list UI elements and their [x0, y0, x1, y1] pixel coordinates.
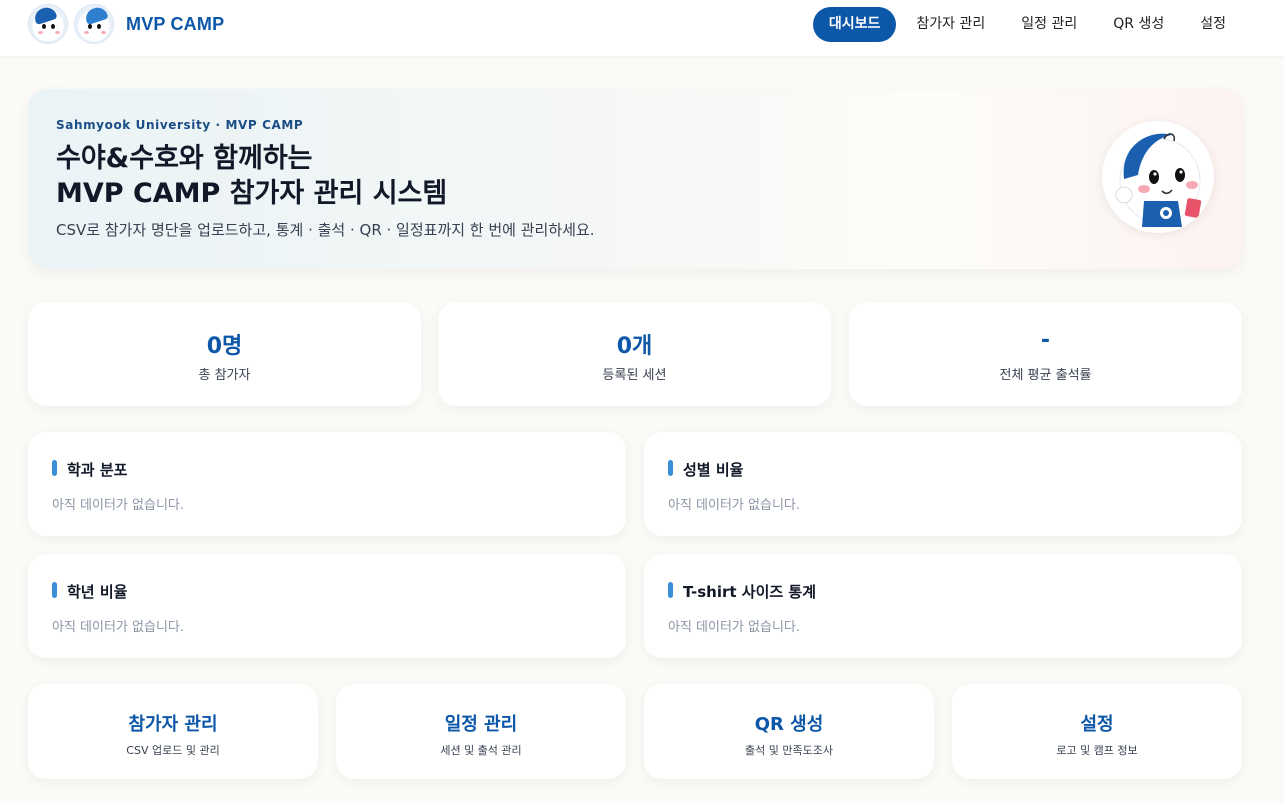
panel-department-distribution: 학과 분포 아직 데이터가 없습니다. [28, 432, 626, 536]
quick-link-settings[interactable]: 설정 로고 및 캠프 정보 [952, 684, 1242, 779]
quick-link-participants[interactable]: 참가자 관리 CSV 업로드 및 관리 [28, 684, 318, 779]
nav-qr[interactable]: QR 생성 [1095, 7, 1182, 42]
empty-state-text: 아직 데이터가 없습니다. [52, 620, 184, 635]
stat-label: 등록된 세션 [602, 368, 667, 383]
empty-state-text: 아직 데이터가 없습니다. [668, 620, 800, 635]
nav-schedule[interactable]: 일정 관리 [1003, 7, 1095, 42]
quick-link-subtitle: CSV 업로드 및 관리 [126, 744, 220, 757]
quick-link-qr[interactable]: QR 생성 출석 및 만족도조사 [644, 684, 934, 779]
mascot-suya-icon [28, 4, 68, 44]
hero-subtitle: CSV로 참가자 명단을 업로드하고, 통계 · 출석 · QR · 일정표까지… [56, 221, 595, 239]
quick-link-title: 참가자 관리 [128, 714, 218, 735]
quick-link-subtitle: 세션 및 출석 관리 [440, 744, 522, 757]
panel-title: 학년 비율 [52, 581, 127, 602]
stat-value: - [1040, 328, 1051, 353]
stat-registered-sessions: 0개 등록된 세션 [438, 302, 831, 406]
empty-state-text: 아직 데이터가 없습니다. [52, 498, 184, 513]
nav-dashboard[interactable]: 대시보드 [812, 7, 897, 42]
stat-avg-attendance: - 전체 평균 출석률 [849, 302, 1242, 406]
stat-value: 0명 [206, 334, 243, 359]
nav-participants[interactable]: 참가자 관리 [898, 7, 1003, 42]
quick-link-schedule[interactable]: 일정 관리 세션 및 출석 관리 [336, 684, 626, 779]
hero-title-line2: MVP CAMP 참가자 관리 시스템 [56, 178, 448, 209]
panel-gender-ratio: 성별 비율 아직 데이터가 없습니다. [644, 432, 1242, 536]
quick-link-title: 설정 [1080, 714, 1114, 735]
brand-name: MVP CAMP [126, 13, 225, 34]
quick-link-title: 일정 관리 [444, 714, 518, 735]
hero-eyebrow: Sahmyook University · MVP CAMP [56, 118, 304, 132]
quick-link-title: QR 생성 [754, 714, 824, 735]
panel-title: T-shirt 사이즈 통계 [668, 581, 816, 602]
nav-settings[interactable]: 설정 [1182, 7, 1244, 42]
quick-link-subtitle: 로고 및 캠프 정보 [1056, 744, 1138, 757]
stat-total-participants: 0명 총 참가자 [28, 302, 421, 406]
empty-state-text: 아직 데이터가 없습니다. [668, 498, 800, 513]
mascot-illustration [1102, 121, 1214, 233]
quick-link-subtitle: 출석 및 만족도조사 [745, 744, 833, 757]
panel-grade-ratio: 학년 비율 아직 데이터가 없습니다. [28, 554, 626, 658]
stat-label: 전체 평균 출석률 [999, 368, 1092, 383]
hero-banner: Sahmyook University · MVP CAMP 수야&수호와 함께… [28, 89, 1242, 269]
panel-title: 성별 비율 [668, 459, 743, 480]
panel-tshirt-size-stats: T-shirt 사이즈 통계 아직 데이터가 없습니다. [644, 554, 1242, 658]
top-navbar: MVP CAMP 대시보드 참가자 관리 일정 관리 QR 생성 설정 [0, 0, 1284, 56]
mascot-suho-icon [74, 4, 114, 44]
stat-value: 0개 [616, 334, 653, 359]
hero-title-line1: 수야&수호와 함께하는 [56, 143, 313, 174]
hero-title: 수야&수호와 함께하는 MVP CAMP 참가자 관리 시스템 [56, 141, 756, 211]
main-nav: 대시보드 참가자 관리 일정 관리 QR 생성 설정 [812, 7, 1244, 42]
panel-title: 학과 분포 [52, 459, 127, 480]
stat-label: 총 참가자 [198, 368, 251, 383]
logo[interactable]: MVP CAMP [28, 4, 224, 44]
